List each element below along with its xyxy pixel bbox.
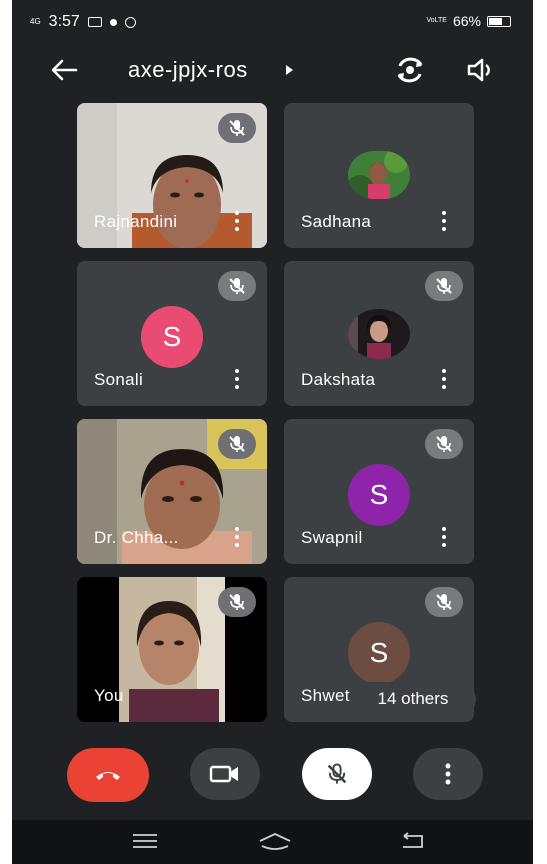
menu-icon[interactable] xyxy=(132,832,158,850)
meeting-code[interactable]: axe-jpjx-ros xyxy=(128,57,248,83)
participant-tile[interactable]: Rajnandini xyxy=(77,103,267,248)
mic-muted-badge xyxy=(218,429,256,459)
avatar-photo xyxy=(348,309,410,359)
mic-off-icon xyxy=(229,120,245,136)
mic-off-icon xyxy=(229,436,245,452)
others-count-pill[interactable]: 14 others xyxy=(350,682,476,716)
phone-screen: 4G 3:57 VoLTE 66% axe-jpjx-ros Rajnandin… xyxy=(12,0,533,864)
more-vert-icon[interactable] xyxy=(235,369,239,389)
self-video xyxy=(119,577,225,722)
participant-tile[interactable]: S Swapnil xyxy=(284,419,474,564)
participant-tile[interactable]: Dakshata xyxy=(284,261,474,406)
more-vert-icon[interactable] xyxy=(442,527,446,547)
meeting-header: axe-jpjx-ros xyxy=(12,48,533,92)
phone-hangup-icon xyxy=(96,772,120,780)
participant-name: Sadhana xyxy=(301,212,372,231)
participant-tile[interactable]: Dr. Chha... xyxy=(77,419,267,564)
more-options-button[interactable] xyxy=(413,748,483,800)
mic-off-icon xyxy=(229,278,245,294)
notification-dot-icon xyxy=(109,18,117,26)
participant-name: You xyxy=(94,686,124,705)
mic-muted-badge xyxy=(425,587,463,617)
status-bar: 4G 3:57 VoLTE 66% xyxy=(12,0,533,40)
more-vert-icon xyxy=(445,763,451,785)
video-camera-icon xyxy=(209,765,238,783)
participant-name: Swapnil xyxy=(301,528,363,547)
microphone-toggle-button[interactable] xyxy=(302,748,372,800)
battery-percent: 66% xyxy=(452,13,481,29)
status-time: 3:57 xyxy=(48,13,80,30)
avatar-photo xyxy=(348,151,410,199)
more-vert-icon[interactable] xyxy=(235,527,239,547)
system-navigation-bar xyxy=(12,820,533,864)
speaker-icon[interactable] xyxy=(466,57,496,83)
mic-off-icon xyxy=(327,763,347,784)
more-vert-icon[interactable] xyxy=(442,211,446,231)
participant-name: Dr. Chha... xyxy=(94,528,179,547)
battery-icon xyxy=(487,15,511,27)
participant-avatar xyxy=(348,151,410,199)
back-nav-icon[interactable] xyxy=(400,832,426,850)
mic-muted-badge xyxy=(425,271,463,301)
more-vert-icon[interactable] xyxy=(235,211,239,231)
mic-muted-badge xyxy=(425,429,463,459)
camera-toggle-button[interactable] xyxy=(190,748,260,800)
participant-tile[interactable]: S Sonali xyxy=(77,261,267,406)
participant-name: Rajnandini xyxy=(94,212,178,231)
mail-icon xyxy=(87,17,102,27)
participant-name: Sonali xyxy=(94,370,144,389)
end-call-button[interactable] xyxy=(67,748,149,802)
more-vert-icon[interactable] xyxy=(442,369,446,389)
volte-indicator: VoLTE xyxy=(426,17,447,24)
mic-muted-badge xyxy=(218,587,256,617)
meeting-details-arrow-icon[interactable] xyxy=(286,65,293,75)
participant-name: Shwet xyxy=(301,686,350,705)
participant-avatar: S xyxy=(348,464,410,526)
switch-camera-icon[interactable] xyxy=(394,56,426,84)
participant-tile[interactable]: Sadhana xyxy=(284,103,474,248)
call-controls xyxy=(12,748,533,808)
home-icon[interactable] xyxy=(258,832,292,852)
mic-muted-badge xyxy=(218,113,256,143)
status-right: VoLTE 66% xyxy=(426,13,511,29)
status-left: 4G 3:57 xyxy=(30,13,136,31)
participant-avatar xyxy=(348,309,410,359)
mic-muted-badge xyxy=(218,271,256,301)
participant-avatar: S xyxy=(348,622,410,684)
participant-name: Dakshata xyxy=(301,370,376,389)
participant-avatar: S xyxy=(141,306,203,368)
vpn-icon xyxy=(124,16,136,28)
mic-off-icon xyxy=(229,594,245,610)
network-indicator: 4G xyxy=(30,17,41,26)
mic-off-icon xyxy=(436,436,452,452)
back-arrow-icon[interactable] xyxy=(50,58,78,82)
mic-off-icon xyxy=(436,594,452,610)
self-view-tile[interactable]: You xyxy=(77,577,267,722)
mic-off-icon xyxy=(436,278,452,294)
